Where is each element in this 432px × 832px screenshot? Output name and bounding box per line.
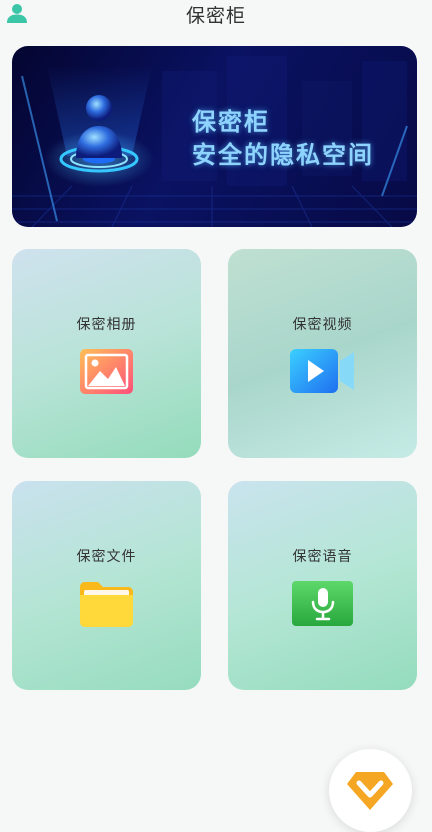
vault-home: 保密柜 保密柜 安全的隐私空间 保密相册 保密视频 保密文件 保密语音	[0, 0, 432, 832]
secure-video-card[interactable]: 保密视频	[228, 249, 417, 458]
hero-banner: 保密柜 安全的隐私空间	[12, 46, 417, 227]
header-bar: 保密柜	[0, 0, 432, 30]
banner-subtitle: 安全的隐私空间	[192, 141, 374, 169]
page-title: 保密柜	[185, 5, 246, 27]
banner-slogan: 保密柜 安全的隐私空间	[192, 106, 374, 172]
vip-button[interactable]	[329, 749, 412, 832]
secure-voice-card[interactable]: 保密语音	[228, 481, 417, 690]
photo-icon	[80, 349, 133, 394]
card-label: 保密视频	[292, 317, 353, 333]
banner-title: 保密柜	[192, 108, 270, 136]
microphone-icon	[292, 581, 353, 626]
vip-diamond-icon	[347, 772, 393, 810]
card-label: 保密语音	[292, 549, 353, 565]
card-label: 保密文件	[76, 549, 137, 565]
card-label: 保密相册	[76, 317, 137, 333]
secure-file-card[interactable]: 保密文件	[12, 481, 201, 690]
secure-album-card[interactable]: 保密相册	[12, 249, 201, 458]
video-icon	[290, 349, 354, 393]
folder-icon	[80, 582, 133, 627]
